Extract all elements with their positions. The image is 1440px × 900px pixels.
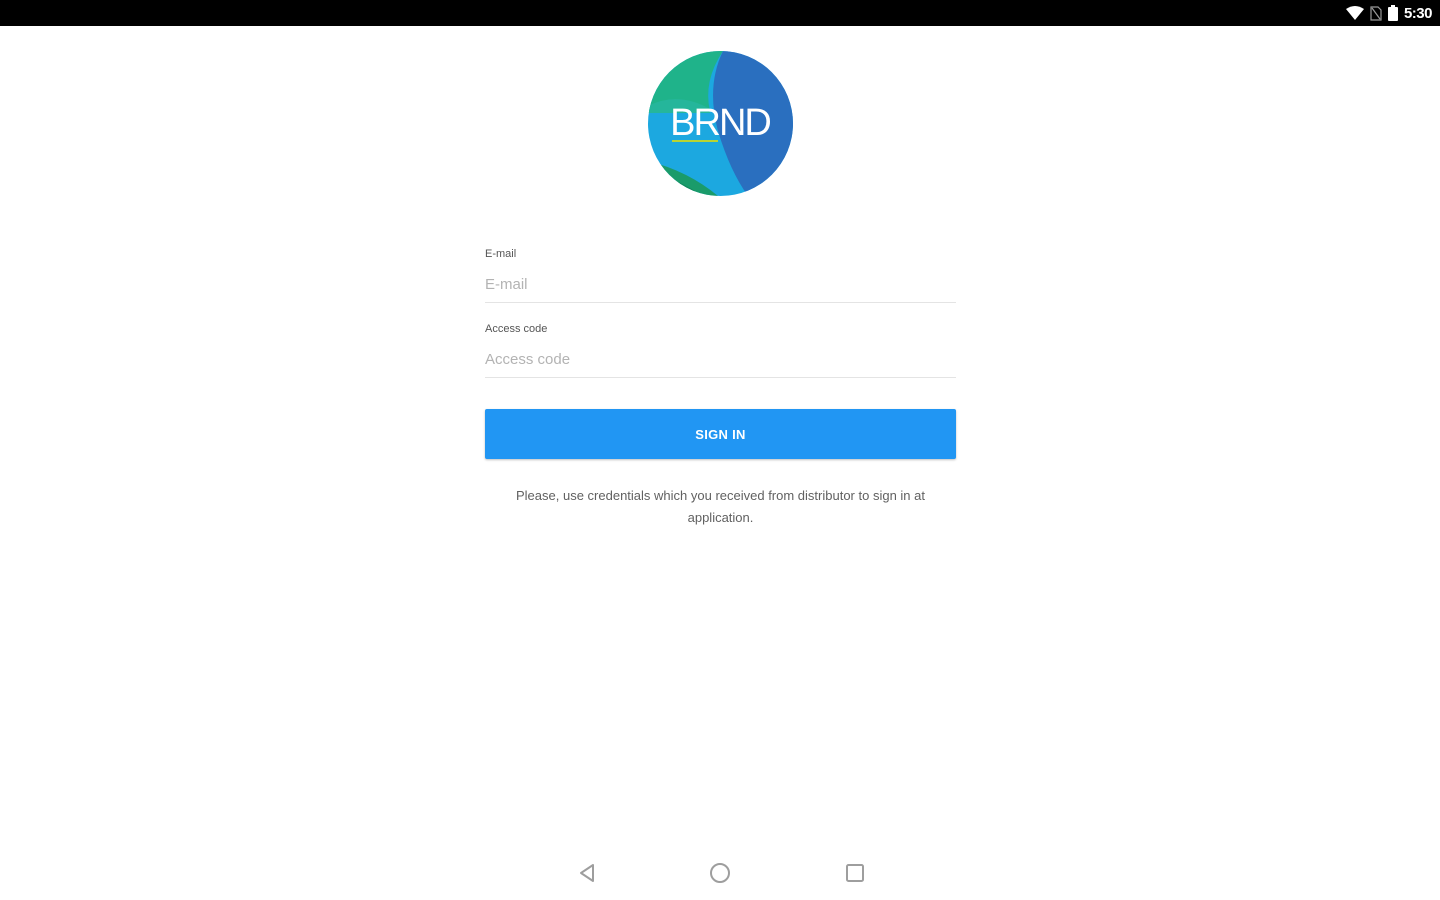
email-label: E-mail	[485, 248, 517, 260]
email-input[interactable]	[485, 272, 956, 296]
login-form: E-mail Access code	[485, 246, 956, 396]
email-field-group: E-mail	[485, 246, 956, 303]
recents-button[interactable]	[840, 860, 870, 890]
recents-icon	[844, 862, 866, 889]
back-icon	[576, 862, 598, 889]
status-icons: 5:30	[1345, 0, 1433, 26]
home-button[interactable]	[705, 860, 735, 890]
access-code-field-group: Access code	[485, 321, 956, 378]
wifi-icon	[1345, 6, 1364, 20]
access-code-input[interactable]	[485, 347, 956, 371]
status-time: 5:30	[1403, 4, 1433, 22]
helper-text: Please, use credentials which you receiv…	[516, 488, 925, 525]
status-bar: 5:30	[0, 0, 1440, 26]
nav-bar	[0, 850, 1440, 900]
no-sim-icon	[1370, 5, 1382, 21]
logo-text: BRND	[670, 102, 770, 144]
home-icon	[708, 861, 732, 890]
access-code-label: Access code	[485, 323, 548, 335]
login-screen: 5:30 BRND E-mail E-mail Access code SIGN…	[0, 0, 1440, 900]
brand-logo: BRND	[648, 51, 793, 196]
sign-in-button[interactable]: SIGN IN	[485, 409, 956, 459]
battery-icon	[1387, 5, 1398, 21]
back-button[interactable]	[572, 860, 602, 890]
